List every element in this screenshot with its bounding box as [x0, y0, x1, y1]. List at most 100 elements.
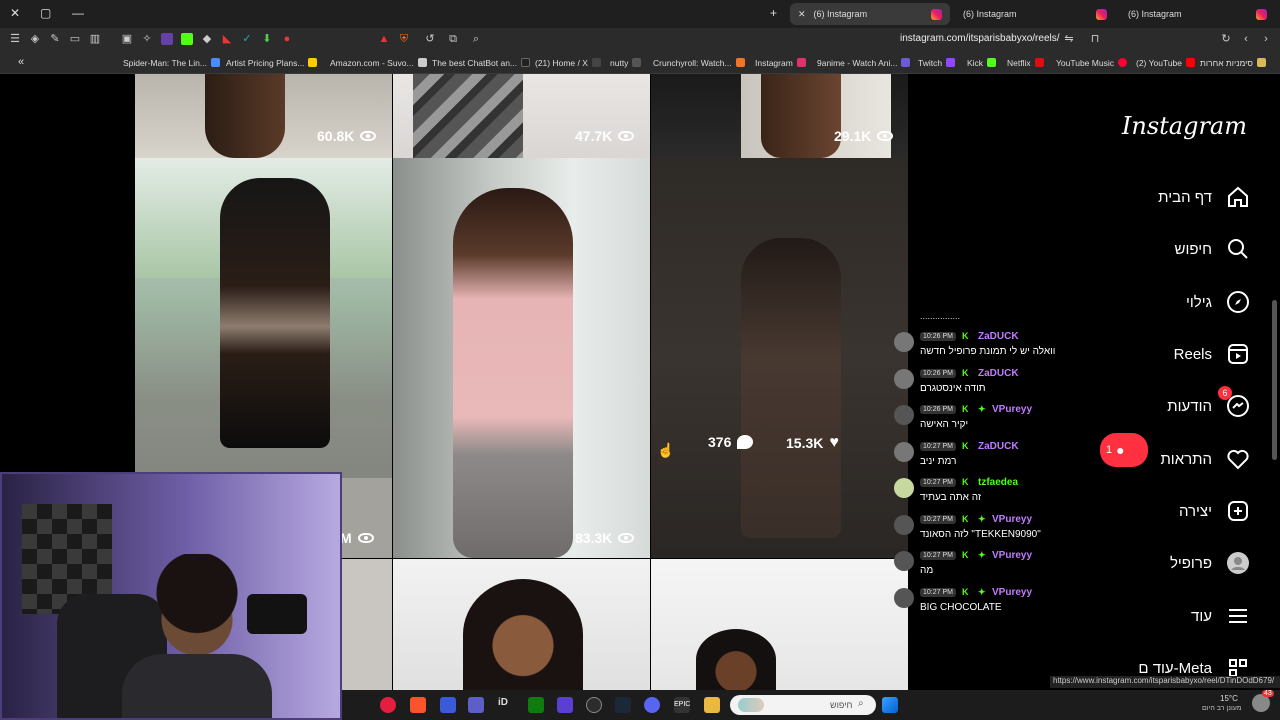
- sidebar-item-more[interactable]: עוד: [1090, 599, 1250, 633]
- reload-icon[interactable]: ↻: [1220, 33, 1232, 45]
- bookmark-item[interactable]: (2) YouTube: [1136, 58, 1195, 68]
- steam-icon[interactable]: [615, 697, 631, 713]
- bookmark-item[interactable]: (21) Home / X: [535, 58, 601, 68]
- xbox-icon[interactable]: [528, 697, 544, 713]
- bookmark-item[interactable]: 9anime - Watch Ani...: [817, 58, 911, 68]
- bookmark-item[interactable]: Spider-Man: The Lin...: [123, 58, 220, 68]
- chat-username[interactable]: VPureyy: [992, 404, 1032, 415]
- chat-username[interactable]: ZaDUCK: [978, 368, 1019, 379]
- weather-temperature[interactable]: 15°C: [1220, 694, 1238, 703]
- obs-icon[interactable]: [586, 697, 602, 713]
- sidebar-icon[interactable]: ▥: [89, 33, 101, 45]
- warning-icon[interactable]: ▲: [378, 33, 390, 45]
- diamond-icon[interactable]: ◆: [201, 33, 213, 45]
- bookmark-item[interactable]: Instagram: [755, 58, 806, 68]
- hand-cursor-icon: ☝: [657, 442, 675, 458]
- reel-thumbnail[interactable]: 47.7K: [393, 74, 650, 158]
- sidebar-item-messages[interactable]: הודעות 6: [1090, 386, 1250, 423]
- sidebar-item-reels[interactable]: Reels: [1090, 337, 1250, 371]
- chat-username[interactable]: VPureyy: [992, 587, 1032, 598]
- sidebar-item-profile[interactable]: פרופיל: [1090, 546, 1250, 580]
- tab-close-icon[interactable]: ✕: [798, 9, 806, 20]
- teams-icon[interactable]: [468, 697, 484, 713]
- record-icon[interactable]: ●: [281, 33, 293, 45]
- sidebar-item-home[interactable]: דף הבית: [1090, 180, 1250, 214]
- page-scrollbar[interactable]: [1272, 300, 1277, 460]
- pencil-icon[interactable]: ✎: [49, 33, 61, 45]
- taskbar-search[interactable]: חיפוש ⌕: [730, 695, 876, 715]
- sidebar-item-explore[interactable]: גילוי: [1090, 285, 1250, 319]
- bookmark-item[interactable]: Artist Pricing Plans...: [226, 58, 318, 68]
- restore-window-icon[interactable]: ▢: [40, 6, 51, 20]
- tab-instagram-3[interactable]: (6) Instagram: [1120, 3, 1275, 25]
- bookmark-item[interactable]: Netflix: [1007, 58, 1044, 68]
- download-icon[interactable]: ⬇: [261, 33, 273, 45]
- discord-icon[interactable]: [644, 697, 660, 713]
- chat-text: זה אתה בעתיד: [920, 492, 982, 503]
- tag-icon[interactable]: ◣: [221, 33, 233, 45]
- extension-icon[interactable]: ▣: [121, 33, 133, 45]
- forward-icon[interactable]: ›: [1260, 33, 1272, 45]
- tab-instagram-1[interactable]: ✕ (6) Instagram: [790, 3, 950, 25]
- chat-timestamp: 10:26 PM: [920, 405, 956, 414]
- chat-username[interactable]: tzfaedea: [978, 477, 1018, 488]
- puzzle-icon[interactable]: ✧: [141, 33, 153, 45]
- bookmark-item[interactable]: nutty: [610, 58, 642, 68]
- instagram-logo[interactable]: Instagram: [1122, 112, 1247, 140]
- brave-shield-icon[interactable]: ⛨: [398, 33, 410, 45]
- screenshot-icon[interactable]: ⧉: [447, 33, 459, 45]
- bookmark-item[interactable]: Crunchyroll: Watch...: [653, 58, 745, 68]
- zoom-icon[interactable]: ⌕: [470, 33, 482, 45]
- close-window-icon[interactable]: ✕: [10, 6, 20, 20]
- reel-thumbnail[interactable]: [393, 559, 650, 690]
- windows-start-icon[interactable]: [882, 697, 898, 713]
- reel-thumbnail[interactable]: 29.1K: [651, 74, 908, 158]
- chat-username[interactable]: VPureyy: [992, 550, 1032, 561]
- reel-thumbnail[interactable]: 83.3K: [393, 158, 650, 558]
- tab-instagram-2[interactable]: (6) Instagram: [955, 3, 1115, 25]
- reel-thumbnail[interactable]: 60.8K: [135, 74, 392, 158]
- minimize-window-icon[interactable]: —: [72, 6, 84, 20]
- bookmark-item[interactable]: YouTube Music: [1056, 58, 1127, 68]
- file-explorer-icon[interactable]: [704, 697, 720, 713]
- avatar: [894, 405, 914, 425]
- tabs-icon[interactable]: ▭: [69, 33, 81, 45]
- collapse-bookmarks-icon[interactable]: «: [18, 56, 24, 68]
- weather-description: מעונן רב היום: [1202, 705, 1242, 712]
- new-tab-icon[interactable]: +: [770, 6, 777, 20]
- app-icon[interactable]: [440, 697, 456, 713]
- kick-extension-icon[interactable]: [181, 33, 193, 45]
- sidebar-item-search[interactable]: חיפוש: [1090, 232, 1250, 266]
- bookmark-label: סימניות אחרות: [1200, 58, 1253, 68]
- back-icon[interactable]: ‹: [1240, 33, 1252, 45]
- app-icon[interactable]: [557, 697, 573, 713]
- translate-icon[interactable]: ✓: [241, 33, 253, 45]
- address-bar[interactable]: instagram.com/itsparisbabyxo/reels/: [900, 33, 1060, 44]
- brave-browser-icon[interactable]: [410, 697, 426, 713]
- bookmark-item[interactable]: Twitch: [918, 58, 956, 68]
- sidebar-item-create[interactable]: יצירה: [1090, 494, 1250, 528]
- media-player-icon[interactable]: [380, 697, 396, 713]
- bookmark-label: YouTube Music: [1056, 58, 1114, 68]
- bookmark-item[interactable]: סימניות אחרות: [1200, 58, 1266, 68]
- bookmark-favicon-icon: [591, 58, 601, 67]
- chat-username[interactable]: ZaDUCK: [978, 331, 1019, 342]
- back-history-icon[interactable]: ↺: [424, 33, 436, 45]
- epic-games-icon[interactable]: EPIC: [674, 697, 690, 713]
- bookmark-item[interactable]: Kick: [967, 58, 997, 68]
- id-app-icon[interactable]: iD: [498, 697, 514, 713]
- shield-icon[interactable]: ◈: [29, 33, 41, 45]
- reel-thumbnail[interactable]: [651, 559, 908, 690]
- bookmark-item[interactable]: Amazon.com - Suvo...: [330, 58, 427, 68]
- windows-taskbar: iD EPIC חיפוש ⌕ 15°C מעונן רב היום 43: [342, 690, 1280, 720]
- reel-thumbnail-hovered[interactable]: 376 15.3K ♥: [651, 158, 908, 558]
- chat-username[interactable]: ZaDUCK: [978, 441, 1019, 452]
- menu-icon[interactable]: ☰: [9, 33, 21, 45]
- site-settings-icon[interactable]: ⇋: [1063, 33, 1075, 45]
- bookmark-icon[interactable]: ⊓: [1089, 33, 1101, 45]
- chat-username[interactable]: VPureyy: [992, 514, 1032, 525]
- view-count: 83.3K: [575, 530, 635, 546]
- twitch-extension-icon[interactable]: [161, 33, 173, 45]
- bookmark-item[interactable]: The best ChatBot an...: [432, 58, 531, 68]
- notification-pill[interactable]: 1 ●: [1100, 433, 1148, 467]
